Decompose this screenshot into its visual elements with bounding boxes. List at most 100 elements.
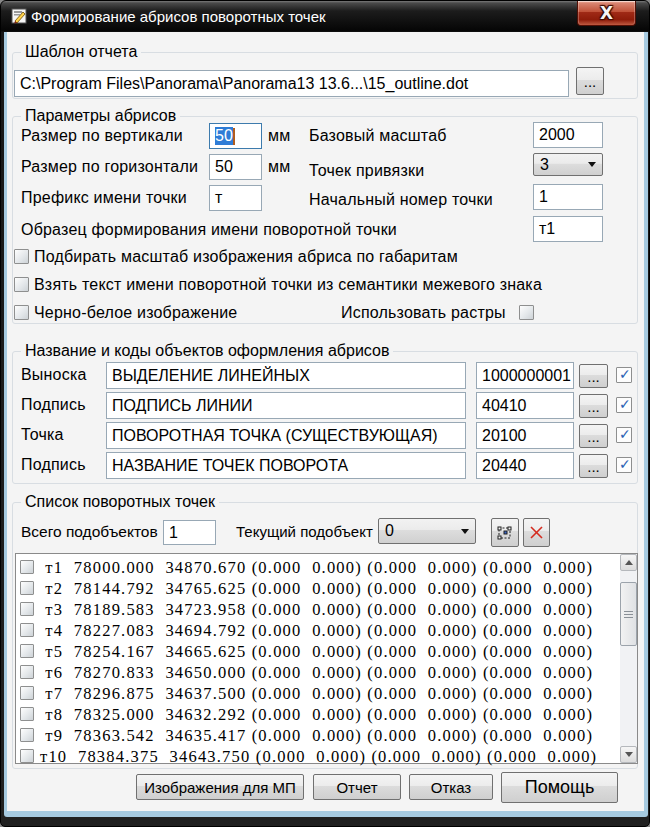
bw-image-label: Черно-белое изображение (34, 304, 237, 322)
take-name-checkbox[interactable] (14, 277, 29, 292)
object-code-value: 1000000001 (482, 367, 571, 385)
object-browse-button[interactable]: ... (579, 364, 608, 388)
point-checkbox[interactable] (20, 581, 34, 595)
report-button[interactable]: Отчет (313, 774, 401, 800)
point-checkbox[interactable] (20, 602, 34, 616)
object-name-input[interactable]: ВЫДЕЛЕНИЕ ЛИНЕЙНЫХ (106, 362, 466, 389)
template-browse-button[interactable]: ... (576, 67, 604, 95)
use-rasters-label: Использовать растры (341, 304, 506, 322)
object-enabled-checkbox[interactable] (616, 427, 632, 443)
list-item[interactable]: т6 78270.833 34650.000 (0.000 0.000) (0.… (16, 662, 637, 683)
delete-subobject-button[interactable] (523, 518, 550, 547)
base-scale-label: Базовый масштаб (309, 127, 447, 145)
list-item[interactable]: т9 78363.542 34635.417 (0.000 0.000) (0.… (16, 725, 637, 746)
object-name-input[interactable]: НАЗВАНИЕ ТОЧЕК ПОВОРОТА (106, 452, 466, 479)
point-checkbox[interactable] (20, 560, 34, 574)
object-row-label: Подпись (21, 456, 86, 474)
list-item[interactable]: т1 78000.000 34870.670 (0.000 0.000) (0.… (16, 557, 637, 578)
point-checkbox[interactable] (20, 707, 34, 721)
object-name-value: ПОДПИСЬ ЛИНИИ (112, 397, 252, 415)
subobject-map-button[interactable] (491, 518, 519, 547)
object-code-input[interactable]: 20440 (476, 452, 574, 479)
list-scrollbar[interactable] (620, 554, 637, 763)
mm-label-2: мм (268, 158, 290, 176)
object-code-input[interactable]: 1000000001 (476, 362, 574, 389)
app-icon (11, 8, 28, 25)
point-checkbox[interactable] (20, 749, 34, 763)
list-item[interactable]: т4 78227.083 34694.792 (0.000 0.000) (0.… (16, 620, 637, 641)
object-name-value: НАЗВАНИЕ ТОЧЕК ПОВОРОТА (112, 457, 348, 475)
list-item[interactable]: т8 78325.000 34632.292 (0.000 0.000) (0.… (16, 704, 637, 725)
points-list[interactable]: т1 78000.000 34870.670 (0.000 0.000) (0.… (15, 553, 638, 764)
list-item[interactable]: т10 78384.375 34643.750 (0.000 0.000) (0… (16, 746, 637, 767)
object-browse-button[interactable]: ... (579, 394, 608, 418)
object-enabled-checkbox[interactable] (616, 457, 632, 473)
object-name-input[interactable]: ПОВОРОТНАЯ ТОЧКА (СУЩЕСТВУЮЩАЯ) (106, 422, 466, 449)
group-params-title: Параметры абрисов (21, 107, 180, 125)
bw-image-checkbox[interactable] (14, 305, 29, 320)
help-button[interactable]: Помощь (501, 772, 618, 803)
anchor-points-value: 3 (540, 156, 549, 174)
close-icon: X (600, 5, 613, 22)
current-subobject-select[interactable]: 0 (378, 518, 476, 544)
window-title: Формирование абрисов поворотных точек (31, 8, 326, 25)
object-browse-button[interactable]: ... (579, 454, 608, 478)
total-subobjects-input[interactable]: 1 (163, 520, 216, 545)
point-row-text: т10 78384.375 34643.750 (0.000 0.000) (0… (40, 747, 597, 767)
scroll-down-button[interactable] (620, 746, 637, 763)
point-row-text: т9 78363.542 34635.417 (0.000 0.000) (0.… (40, 726, 593, 746)
object-name-input[interactable]: ПОДПИСЬ ЛИНИИ (106, 392, 466, 419)
fit-scale-checkbox[interactable] (14, 249, 29, 264)
images-for-mp-button[interactable]: Изображения для МП (136, 774, 304, 800)
chevron-down-icon (588, 162, 596, 167)
object-name-value: ВЫДЕЛЕНИЕ ЛИНЕЙНЫХ (112, 367, 310, 385)
sample-input[interactable]: т1 (533, 216, 603, 242)
close-button[interactable]: X (577, 1, 636, 26)
prefix-input[interactable]: т (209, 185, 262, 211)
point-checkbox[interactable] (20, 686, 34, 700)
anchor-points-label: Точек привязки (309, 162, 424, 180)
object-code-value: 20100 (482, 427, 527, 445)
chevron-down-icon (461, 529, 469, 534)
sample-value: т1 (539, 220, 555, 238)
point-row-text: т1 78000.000 34870.670 (0.000 0.000) (0.… (40, 558, 593, 578)
start-number-input[interactable]: 1 (533, 184, 603, 210)
object-name-value: ПОВОРОТНАЯ ТОЧКА (СУЩЕСТВУЮЩАЯ) (112, 427, 438, 445)
size-vertical-value: 50 (215, 127, 233, 145)
list-item[interactable]: т3 78189.583 34723.958 (0.000 0.000) (0.… (16, 599, 637, 620)
list-item[interactable]: т7 78296.875 34637.500 (0.000 0.000) (0.… (16, 683, 637, 704)
object-code-input[interactable]: 40410 (476, 392, 574, 419)
size-horizontal-input[interactable]: 50 (209, 154, 262, 180)
cancel-button[interactable]: Отказ (409, 774, 493, 800)
object-enabled-checkbox[interactable] (616, 367, 632, 383)
triangle-up-icon (625, 560, 633, 565)
object-enabled-checkbox[interactable] (616, 397, 632, 413)
list-item[interactable]: т2 78144.792 34765.625 (0.000 0.000) (0.… (16, 578, 637, 599)
point-checkbox[interactable] (20, 623, 34, 637)
point-checkbox[interactable] (20, 665, 34, 679)
use-rasters-checkbox[interactable] (519, 305, 534, 320)
total-subobjects-label: Всего подобъектов (21, 523, 158, 541)
base-scale-value: 2000 (539, 126, 575, 144)
object-browse-button[interactable]: ... (579, 424, 608, 448)
object-code-input[interactable]: 20100 (476, 422, 574, 449)
prefix-value: т (215, 189, 222, 207)
scroll-up-button[interactable] (620, 554, 637, 571)
current-subobject-label: Текущий подобъект (236, 523, 373, 540)
delete-x-icon (528, 524, 545, 541)
template-path-value: C:\Program Files\Panorama\Panorama13 13.… (20, 75, 468, 93)
base-scale-input[interactable]: 2000 (533, 122, 603, 148)
template-path-input[interactable]: C:\Program Files\Panorama\Panorama13 13.… (14, 70, 569, 97)
point-checkbox[interactable] (20, 644, 34, 658)
size-vertical-input[interactable]: 50 (209, 123, 262, 149)
fit-scale-label: Подбирать масштаб изображения абриса по … (34, 248, 458, 266)
point-row-text: т6 78270.833 34650.000 (0.000 0.000) (0.… (40, 663, 593, 683)
scrollbar-thumb[interactable] (620, 582, 637, 646)
triangle-down-icon (625, 752, 633, 757)
object-code-value: 40410 (482, 397, 527, 415)
current-subobject-value: 0 (385, 522, 394, 540)
anchor-points-select[interactable]: 3 (533, 153, 603, 176)
list-item[interactable]: т5 78254.167 34665.625 (0.000 0.000) (0.… (16, 641, 637, 662)
point-checkbox[interactable] (20, 728, 34, 742)
prefix-label: Префикс имени точки (21, 189, 187, 207)
